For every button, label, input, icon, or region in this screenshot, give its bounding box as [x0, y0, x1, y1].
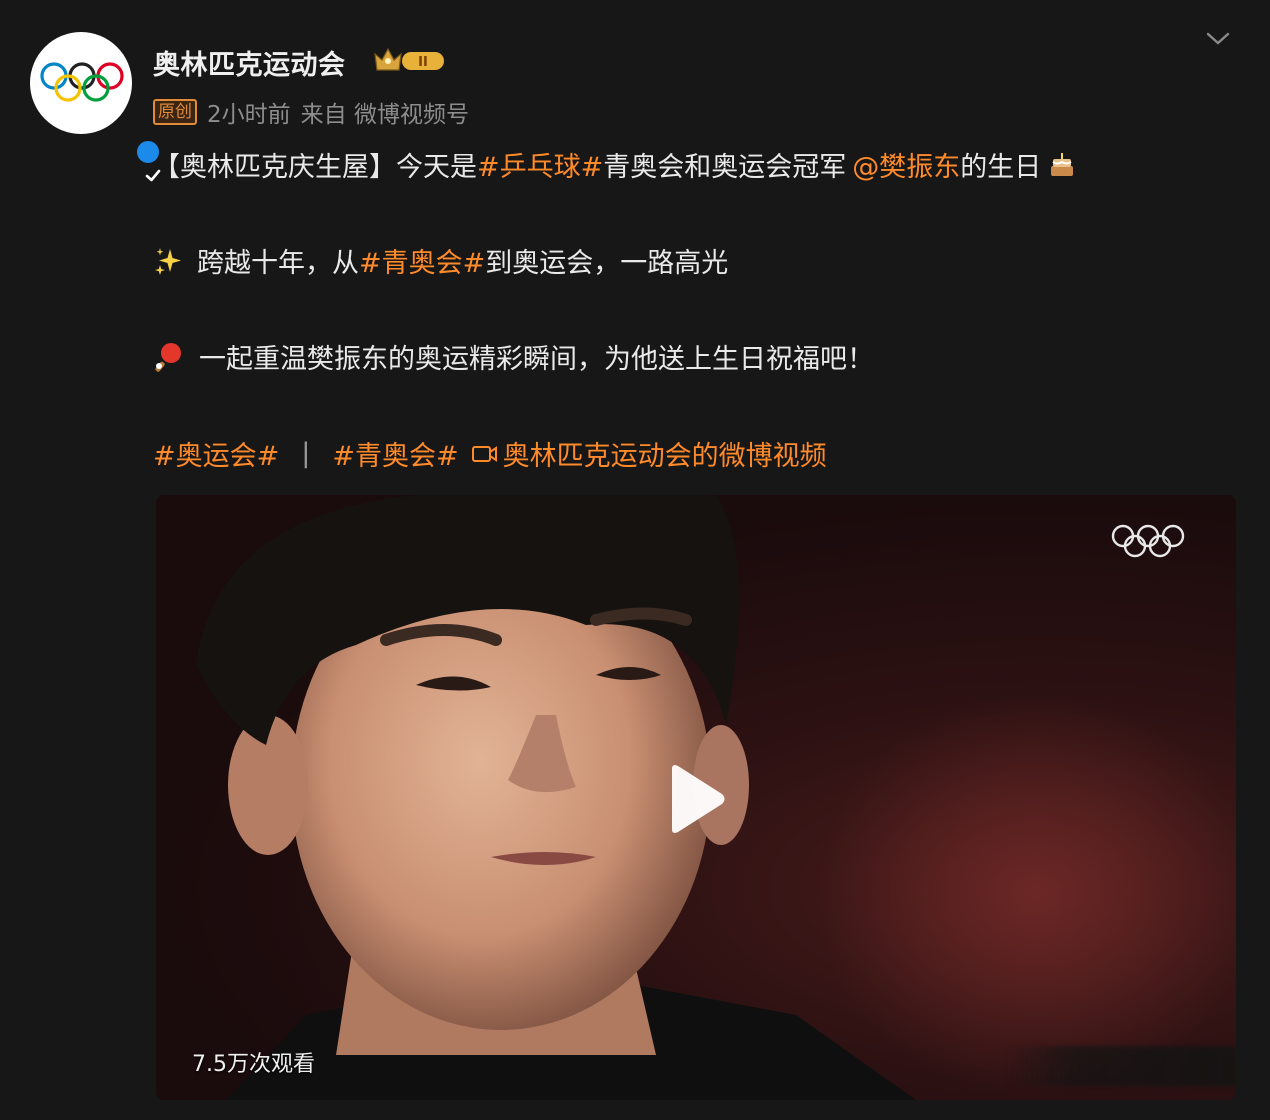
post-paragraph-1: 【奥林匹克庆生屋】今天是 #乒乓球# 青奥会和奥运会冠军 @樊振东 的生日 [153, 145, 1077, 184]
play-icon[interactable] [664, 763, 728, 835]
paragraph-text: 跨越十年，从 [197, 248, 359, 279]
topic-link-youth-olympics-2[interactable]: #青奥会# [332, 434, 458, 473]
paragraph-text: 的生日 [960, 152, 1042, 183]
paragraph-text: 到奥运会，一路高光 [485, 248, 729, 279]
paragraph-text: 青奥会和奥运会冠军 [603, 152, 847, 183]
chevron-down-icon[interactable] [1204, 28, 1232, 48]
mention-link-fan-zhendong[interactable]: @樊振东 [852, 145, 960, 184]
view-count: 7.5万次观看 [192, 1052, 315, 1077]
video-source-label: 奥林匹克运动会的微博视频 [502, 441, 827, 472]
topic-link-pingpong[interactable]: #乒乓球# [477, 145, 603, 184]
topic-links-row: #奥运会# | #青奥会# 奥林匹克运动会的微博视频 [153, 434, 827, 473]
video-camera-icon [471, 445, 497, 462]
sparkles-icon [153, 246, 183, 276]
post-time[interactable]: 2小时前 [207, 95, 291, 129]
source-watermark [1006, 1046, 1236, 1086]
post-meta: 原创 2小时前 来自 微博视频号 [153, 95, 469, 129]
topic-link-olympics[interactable]: #奥运会# [153, 434, 279, 473]
author-avatar[interactable] [30, 32, 162, 182]
weibo-post-card: 奥林匹克运动会 II 原创 2小时前 来自 微博视频号 【奥林匹克庆生屋】今天是… [0, 0, 1270, 1120]
link-separator: | [301, 438, 311, 469]
video-source-link[interactable]: 奥林匹克运动会的微博视频 [471, 434, 827, 473]
olympic-rings-watermark-icon [1111, 524, 1185, 558]
paragraph-text: 一起重温樊振东的奥运精彩瞬间，为他送上生日祝福吧！ [199, 344, 874, 375]
svg-text:II: II [418, 55, 428, 70]
birthday-cake-icon [1047, 150, 1077, 180]
post-paragraph-3: 一起重温樊振东的奥运精彩瞬间，为他送上生日祝福吧！ [153, 337, 874, 376]
paragraph-text: 【奥林匹克庆生屋】今天是 [153, 152, 477, 183]
post-source[interactable]: 来自 微博视频号 [301, 95, 469, 129]
original-tag: 原创 [153, 99, 197, 125]
video-player[interactable]: 7.5万次观看 [156, 495, 1236, 1100]
post-paragraph-2: 跨越十年，从 #青奥会# 到奥运会，一路高光 [153, 241, 728, 280]
olympic-rings-icon [40, 62, 124, 102]
ping-pong-icon [153, 341, 185, 373]
topic-link-youth-olympics[interactable]: #青奥会# [359, 241, 485, 280]
crown-level-badge-icon[interactable]: II [372, 44, 448, 76]
author-name[interactable]: 奥林匹克运动会 [153, 43, 346, 82]
